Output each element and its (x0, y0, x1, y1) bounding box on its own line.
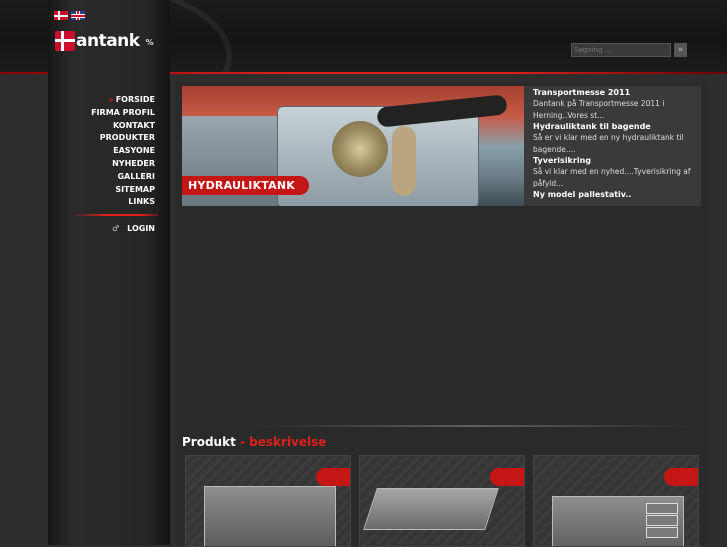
section-divider (255, 425, 695, 427)
nav-item-links[interactable]: LINKS (91, 196, 155, 209)
language-selector (54, 11, 85, 20)
drawer (646, 515, 678, 526)
search-button[interactable]: » (674, 43, 687, 57)
search-form: » (571, 43, 687, 57)
nav-item-kontakt[interactable]: KONTAKT (91, 120, 155, 133)
product-card-lid[interactable] (359, 455, 525, 547)
arrow-right-icon: » (677, 45, 684, 55)
news-body: Så vi klar med en nyhed....Tyverisikring… (533, 167, 691, 188)
uk-flag-icon[interactable] (71, 11, 85, 20)
banner-fitting (332, 121, 388, 177)
main-nav: » FORSIDE FIRMA PROFIL KONTAKT PRODUKTER … (91, 94, 155, 209)
news-title[interactable]: Ny model pallestativ.. (533, 189, 693, 200)
banner-label[interactable]: HYDRAULIKTANK (182, 176, 309, 195)
drawer (646, 503, 678, 514)
section-title: Produkt - beskrivelse (182, 435, 327, 449)
banner-pipe (392, 126, 416, 196)
drawer (646, 527, 678, 538)
product-tank-image (204, 486, 336, 546)
key-icon: ♂ (111, 224, 120, 233)
nav-item-galleri[interactable]: GALLERI (91, 171, 155, 184)
login-link[interactable]: ♂ LOGIN (112, 224, 155, 233)
nav-divider (72, 214, 158, 216)
news-title[interactable]: Transportmesse 2011 (533, 87, 693, 98)
search-input[interactable] (571, 43, 671, 57)
site-logo[interactable]: antank % (55, 31, 154, 51)
nav-item-easyone[interactable]: EASYONE (91, 145, 155, 158)
news-body: Så er vi klar med en ny hydrauliktank ti… (533, 133, 684, 154)
danish-cross-icon (55, 31, 75, 51)
news-body: Dantank på Transportmesse 2011 i Herning… (533, 99, 665, 120)
logo-text: antank (76, 31, 140, 51)
news-list: Transportmesse 2011 Dantank på Transport… (533, 87, 693, 200)
product-card-cabinet[interactable] (533, 455, 699, 547)
logo-suffix: % (145, 37, 154, 47)
product-lid-image (363, 488, 499, 530)
left-panel (48, 0, 170, 545)
news-title[interactable]: Tyverisikring (533, 155, 693, 166)
nav-item-forside[interactable]: » FORSIDE (91, 94, 155, 107)
product-badge (490, 468, 524, 486)
dk-flag-icon[interactable] (54, 11, 68, 20)
product-card-tank[interactable] (185, 455, 351, 547)
nav-item-produkter[interactable]: PRODUKTER (91, 132, 155, 145)
news-title[interactable]: Hydrauliktank til bagende (533, 121, 693, 132)
product-badge (664, 468, 698, 486)
nav-item-sitemap[interactable]: SITEMAP (91, 184, 155, 197)
product-badge (316, 468, 350, 486)
active-marker-icon: » (108, 95, 114, 104)
nav-item-nyheder[interactable]: NYHEDER (91, 158, 155, 171)
nav-item-firma-profil[interactable]: FIRMA PROFIL (91, 107, 155, 120)
